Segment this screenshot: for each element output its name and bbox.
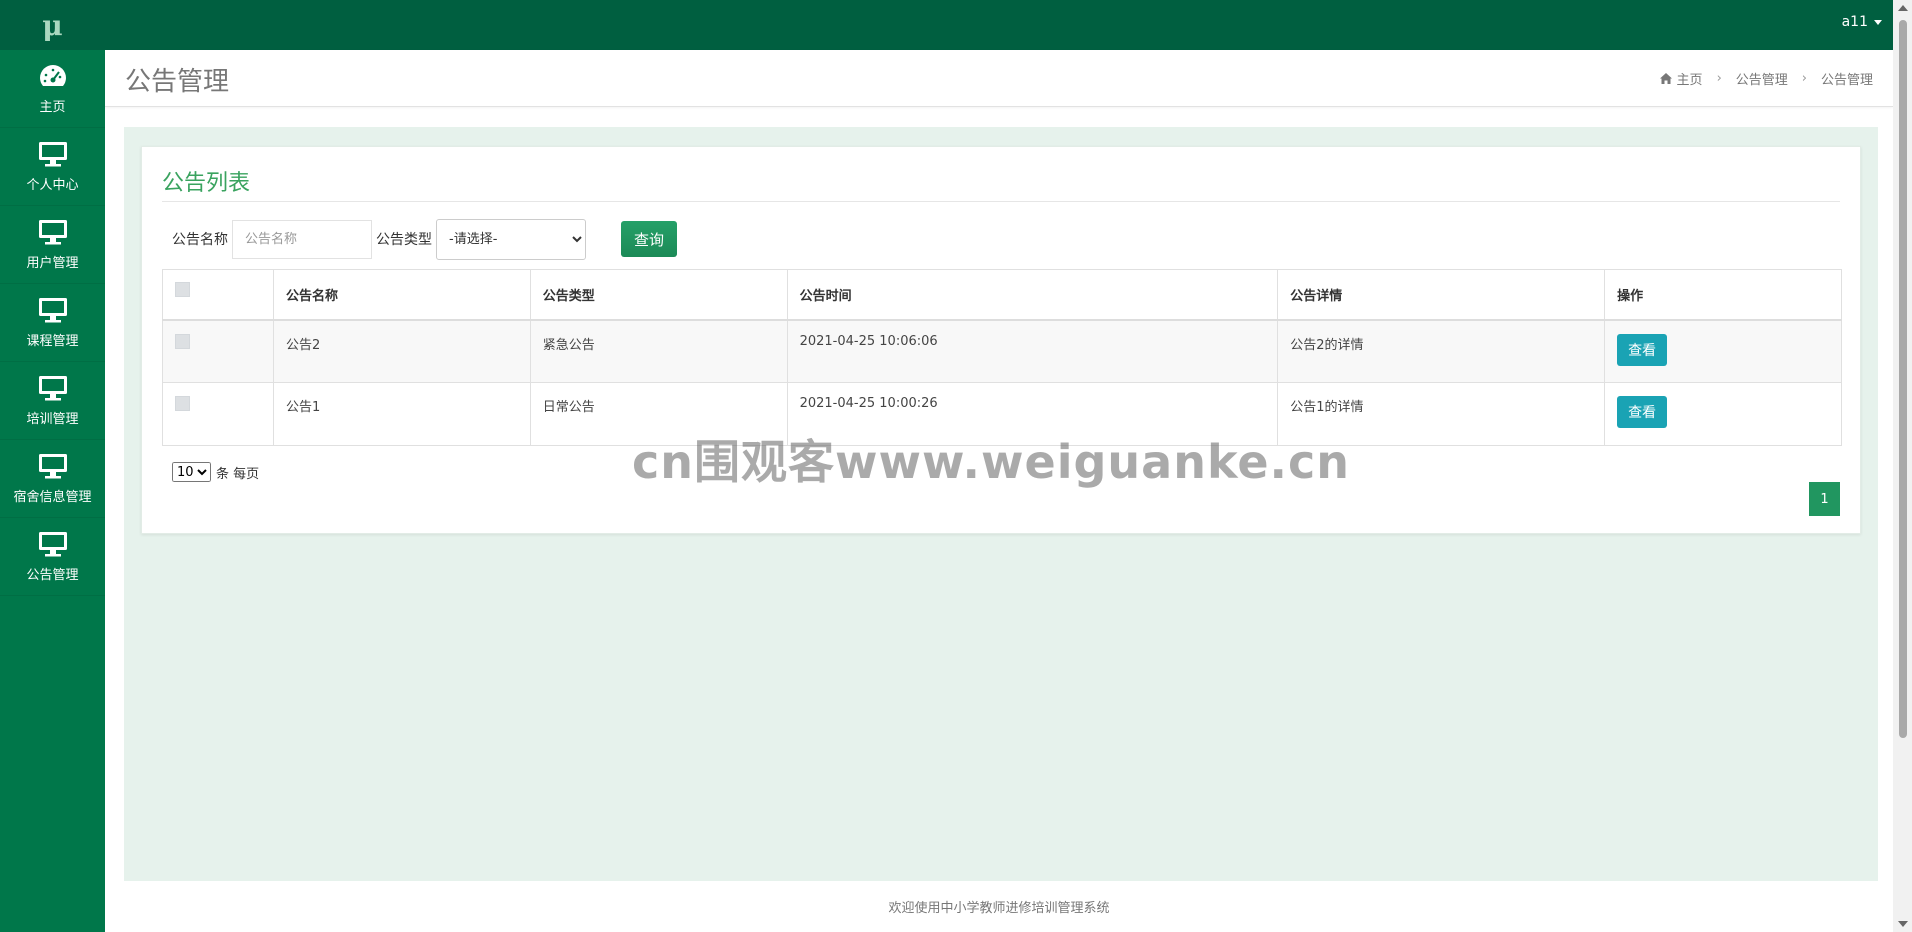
- scrollbar[interactable]: [1893, 0, 1912, 932]
- announcement-name-input[interactable]: [232, 219, 372, 259]
- announcement-type-select[interactable]: -请选择-: [436, 218, 586, 260]
- cell-action: 查看: [1604, 319, 1842, 383]
- cell-type: 紧急公告: [529, 319, 788, 383]
- sidebar-item-label: 个人中心: [26, 177, 79, 193]
- sidebar-item-label: 宿舍信息管理: [13, 489, 92, 505]
- table-header-row: 公告名称 公告类型 公告时间 公告详情 操作: [162, 269, 1842, 321]
- breadcrumb-current: 公告管理: [1820, 73, 1873, 88]
- sidebar-item-users[interactable]: 用户管理: [0, 206, 105, 284]
- page-size-select[interactable]: 10: [172, 462, 211, 482]
- monitor-icon: [38, 375, 67, 400]
- home-icon: [1659, 73, 1672, 84]
- page-header: 公告管理 主页 › 公告管理 › 公告管理: [105, 50, 1893, 107]
- sidebar-item-label: 主页: [39, 99, 66, 115]
- page-size-control: 10 条 每页: [172, 462, 259, 482]
- announcement-table: 公告名称 公告类型 公告时间 公告详情 操作 公告2 紧急公告 2021-04-…: [162, 269, 1842, 446]
- cell-action: 查看: [1604, 382, 1842, 446]
- row-select-cell: [162, 382, 274, 446]
- breadcrumb-home[interactable]: 主页: [1659, 69, 1703, 88]
- column-header: 公告类型: [529, 269, 788, 321]
- username: a11: [1841, 14, 1868, 30]
- sidebar-item-courses[interactable]: 课程管理: [0, 284, 105, 362]
- breadcrumb: 主页 › 公告管理 › 公告管理: [1659, 69, 1873, 88]
- cell-detail: 公告2的详情: [1277, 319, 1606, 383]
- breadcrumb-item[interactable]: 公告管理: [1736, 69, 1788, 88]
- select-all-cell: [162, 269, 274, 321]
- monitor-icon: [38, 531, 67, 556]
- cell-name: 公告1: [272, 382, 531, 446]
- cell-time: 2021-04-25 10:06:06: [786, 319, 1279, 383]
- sidebar: μ 主页 个人中心 用户管理 课程管理 培训管理 宿舍信息管理 公告管理: [0, 0, 105, 932]
- sidebar-item-training[interactable]: 培训管理: [0, 362, 105, 440]
- card-title: 公告列表: [162, 171, 251, 196]
- monitor-icon: [38, 453, 67, 478]
- column-header: 公告详情: [1277, 269, 1606, 321]
- row-checkbox[interactable]: [175, 333, 190, 349]
- row-checkbox[interactable]: [175, 396, 190, 411]
- chevron-right-icon: ›: [1716, 71, 1722, 86]
- sidebar-item-profile[interactable]: 个人中心: [0, 128, 105, 206]
- footer-text: 欢迎使用中小学教师进修培训管理系统: [888, 901, 1110, 916]
- cell-name: 公告2: [272, 319, 531, 383]
- page-number-button[interactable]: 1: [1809, 482, 1840, 516]
- name-label: 公告名称: [172, 232, 228, 248]
- scroll-down-icon[interactable]: [1898, 921, 1908, 927]
- search-form: 公告名称 公告类型 -请选择- 查询: [172, 218, 677, 260]
- sidebar-item-dormitory[interactable]: 宿舍信息管理: [0, 440, 105, 518]
- type-label: 公告类型: [376, 232, 432, 248]
- sidebar-item-label: 课程管理: [26, 333, 79, 349]
- monitor-icon: [38, 141, 67, 166]
- sidebar-item-label: 公告管理: [26, 567, 79, 583]
- search-button[interactable]: 查询: [621, 221, 677, 257]
- select-all-checkbox[interactable]: [175, 281, 190, 297]
- sidebar-item-label: 培训管理: [26, 411, 79, 427]
- user-menu[interactable]: a11: [1842, 14, 1882, 30]
- column-header: 公告名称: [272, 269, 531, 321]
- sidebar-item-label: 用户管理: [26, 255, 79, 271]
- column-header: 公告时间: [786, 269, 1279, 321]
- scroll-up-icon[interactable]: [1898, 5, 1908, 11]
- per-page-label: 条 每页: [216, 466, 260, 482]
- monitor-icon: [38, 219, 67, 244]
- topbar: a11: [105, 0, 1912, 50]
- monitor-icon: [38, 297, 67, 322]
- scroll-thumb[interactable]: [1899, 20, 1907, 738]
- divider: [162, 201, 1840, 202]
- column-header: 操作: [1604, 269, 1842, 321]
- caret-down-icon: [1874, 19, 1882, 25]
- sidebar-item-announcements[interactable]: 公告管理: [0, 518, 105, 596]
- sidebar-item-home[interactable]: 主页: [0, 50, 105, 128]
- watermark: cn围观客www.weiguanke.cn: [632, 435, 1351, 489]
- page-title: 公告管理: [125, 67, 230, 97]
- view-button[interactable]: 查看: [1617, 333, 1668, 366]
- dashboard-icon: [39, 64, 66, 86]
- logo: μ: [0, 0, 105, 50]
- row-select-cell: [162, 319, 274, 383]
- chevron-right-icon: ›: [1801, 71, 1807, 86]
- table-row: 公告2 紧急公告 2021-04-25 10:06:06 公告2的详情 查看: [162, 319, 1842, 383]
- breadcrumb-label: 主页: [1676, 73, 1703, 88]
- view-button[interactable]: 查看: [1617, 396, 1668, 428]
- footer: 欢迎使用中小学教师进修培训管理系统: [105, 881, 1893, 932]
